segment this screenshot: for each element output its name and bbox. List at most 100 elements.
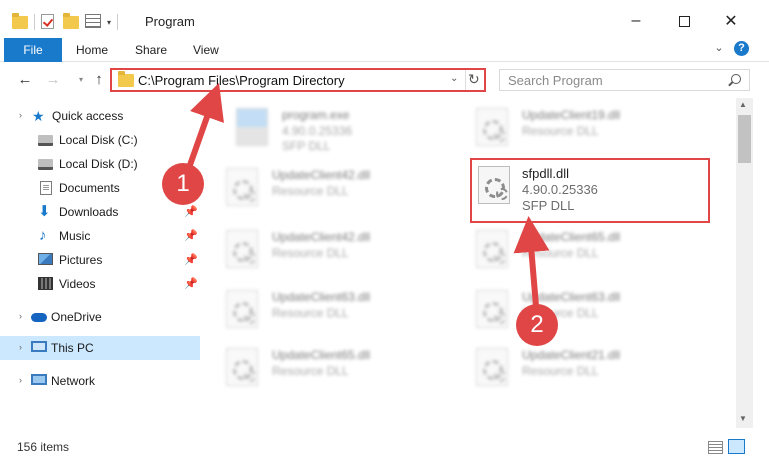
sidebar-item-onedrive[interactable]: › OneDrive — [0, 305, 200, 329]
downloads-icon: ⬇ — [38, 203, 51, 220]
folder-icon — [118, 71, 134, 87]
address-dropdown-icon[interactable]: ⌄ — [450, 73, 458, 84]
sidebar-item-videos[interactable]: Videos 📌 — [0, 272, 200, 296]
tab-file[interactable]: File — [4, 38, 62, 62]
file-type: Resource DLL — [272, 184, 349, 198]
refresh-icon[interactable]: ↻ — [468, 71, 480, 88]
videos-icon — [38, 277, 53, 290]
toolbar-separator — [34, 14, 35, 30]
file-tile[interactable]: UpdateClient19.dll Resource DLL — [476, 104, 706, 154]
sidebar-item-local-disk-c[interactable]: Local Disk (C:) — [0, 128, 200, 152]
sidebar-item-label: Videos — [59, 277, 96, 291]
minimize-button[interactable]: – — [616, 8, 656, 34]
maximize-button[interactable] — [664, 8, 704, 34]
file-name: UpdateClient65.dll — [522, 230, 621, 244]
scroll-up-icon[interactable]: ▲ — [739, 100, 747, 109]
tab-home[interactable]: Home — [76, 38, 108, 62]
file-name: UpdateClient63.dll — [522, 290, 621, 304]
navigation-pane: › ★ Quick access Local Disk (C:) Local D… — [0, 98, 200, 428]
toolbar-separator — [117, 14, 119, 30]
search-icon[interactable] — [731, 74, 741, 84]
network-icon — [31, 374, 47, 385]
sidebar-item-network[interactable]: › Network — [0, 369, 200, 393]
details-view-icon[interactable] — [708, 441, 723, 454]
vertical-scrollbar[interactable]: ▲ ▼ — [736, 98, 753, 428]
file-tile[interactable]: UpdateClient65.dll Resource DLL — [226, 344, 456, 394]
dll-file-icon — [226, 230, 258, 268]
sidebar-item-pictures[interactable]: Pictures 📌 — [0, 248, 200, 272]
properties-check-icon[interactable] — [41, 14, 57, 30]
dll-file-icon — [476, 290, 508, 328]
scroll-down-icon[interactable]: ▼ — [739, 414, 747, 423]
folder-icon[interactable] — [12, 13, 28, 30]
music-icon: ♪ — [39, 227, 47, 244]
scroll-thumb[interactable] — [738, 115, 751, 163]
expand-ribbon-icon[interactable]: ⌄ — [712, 41, 726, 55]
sidebar-item-downloads[interactable]: ⬇ Downloads 📌 — [0, 200, 200, 224]
file-type: Resource DLL — [522, 246, 599, 260]
address-divider — [465, 70, 466, 90]
file-tile[interactable]: UpdateClient63.dll Resource DLL — [226, 286, 456, 336]
file-description: SFP DLL — [282, 139, 331, 153]
file-tile[interactable]: UpdateClient42.dll Resource DLL — [226, 164, 456, 214]
pin-icon: 📌 — [184, 230, 198, 242]
recent-locations-button[interactable]: ▾ — [72, 71, 90, 89]
up-button[interactable]: ↑ — [90, 71, 108, 89]
ribbon: File Home Share View ⌄ ? — [0, 38, 769, 62]
search-placeholder: Search Program — [508, 73, 603, 88]
search-box[interactable]: Search Program — [499, 69, 750, 91]
file-tile[interactable]: UpdateClient65.dll Resource DLL — [476, 226, 706, 276]
dll-file-icon — [226, 290, 258, 328]
sidebar-item-label: Quick access — [52, 109, 124, 123]
file-name: UpdateClient21.dll — [522, 348, 621, 362]
file-tile-highlighted[interactable]: sfpdll.dll 4.90.0.25336 SFP DLL — [470, 158, 710, 223]
forward-button[interactable]: → — [44, 71, 62, 89]
sidebar-item-label: Pictures — [59, 253, 103, 267]
file-tile[interactable]: UpdateClient42.dll Resource DLL — [226, 226, 456, 276]
chevron-icon[interactable]: › — [19, 110, 22, 120]
item-count: 156 items — [17, 440, 70, 454]
file-name: UpdateClient63.dll — [272, 290, 371, 304]
sidebar-item-music[interactable]: ♪ Music 📌 — [0, 224, 200, 248]
chevron-icon[interactable]: › — [19, 342, 22, 352]
sidebar-item-this-pc[interactable]: › This PC — [0, 336, 200, 360]
customize-icon[interactable] — [85, 14, 101, 30]
file-version: 4.90.0.25336 — [522, 182, 598, 197]
file-tile[interactable]: program.exe 4.90.0.25336 SFP DLL — [236, 104, 466, 154]
dll-file-icon — [476, 230, 508, 268]
file-description: SFP DLL — [522, 198, 575, 213]
toolbar-dropdown-caret[interactable]: ▾ — [107, 18, 111, 27]
chevron-icon[interactable]: › — [19, 375, 22, 385]
file-version: 4.90.0.25336 — [282, 124, 353, 138]
help-icon[interactable]: ? — [734, 41, 749, 56]
file-list: program.exe 4.90.0.25336 SFP DLL UpdateC… — [200, 98, 736, 428]
tab-view[interactable]: View — [193, 38, 219, 62]
file-name: UpdateClient19.dll — [522, 108, 621, 122]
window-title: Program — [145, 14, 195, 29]
file-tile[interactable]: UpdateClient63.dll Resource DLL — [476, 286, 706, 336]
annotation-badge-2: 2 — [516, 304, 558, 346]
documents-icon — [40, 181, 52, 195]
file-type: Resource DLL — [522, 124, 599, 138]
sidebar-item-label: Documents — [59, 181, 120, 195]
file-name: UpdateClient42.dll — [272, 168, 371, 182]
pin-icon: 📌 — [184, 278, 198, 290]
new-folder-icon[interactable] — [63, 13, 79, 30]
dll-file-icon — [478, 166, 510, 204]
sidebar-item-quick-access[interactable]: › ★ Quick access — [0, 104, 200, 128]
maximize-icon — [678, 15, 690, 27]
tab-share[interactable]: Share — [135, 38, 167, 62]
drive-icon — [38, 159, 53, 170]
exe-file-icon — [236, 108, 268, 146]
status-bar: 156 items — [0, 428, 769, 475]
back-button[interactable]: ← — [16, 71, 34, 89]
chevron-icon[interactable]: › — [19, 311, 22, 321]
address-path[interactable]: C:\Program Files\Program Directory — [138, 73, 345, 88]
file-tile[interactable]: UpdateClient21.dll Resource DLL — [476, 344, 706, 394]
file-name: UpdateClient65.dll — [272, 348, 371, 362]
address-bar[interactable]: C:\Program Files\Program Directory ⌄ ↻ — [110, 68, 486, 92]
pictures-icon — [38, 253, 53, 265]
close-button[interactable]: ✕ — [711, 8, 751, 34]
annotation-badge-1: 1 — [162, 163, 204, 205]
tiles-view-icon[interactable] — [728, 439, 745, 454]
